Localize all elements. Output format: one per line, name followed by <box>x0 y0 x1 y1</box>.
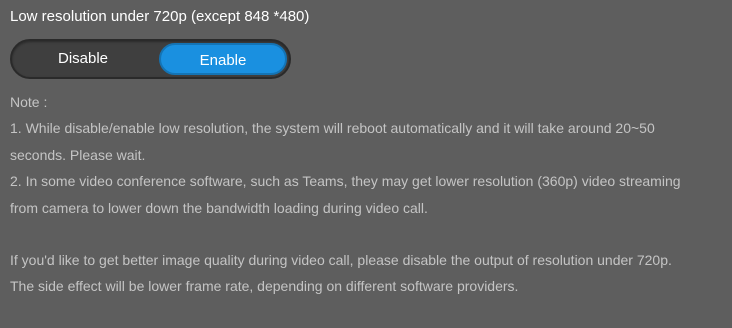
note-line: seconds. Please wait. <box>10 147 146 163</box>
note-line: 2. In some video conference software, su… <box>10 173 681 189</box>
enable-button[interactable]: Enable <box>159 43 287 75</box>
low-resolution-panel: Low resolution under 720p (except 848 *4… <box>0 0 732 328</box>
note-line: 1. While disable/enable low resolution, … <box>10 120 655 136</box>
disable-button[interactable]: Disable <box>16 43 150 75</box>
note-heading: Note : <box>10 94 48 110</box>
note-line: from camera to lower down the bandwidth … <box>10 200 428 216</box>
note-line: If you'd like to get better image qualit… <box>10 252 672 268</box>
setting-title: Low resolution under 720p (except 848 *4… <box>10 8 310 25</box>
note-line: The side effect will be lower frame rate… <box>10 278 519 294</box>
resolution-toggle: Disable Enable <box>10 39 291 79</box>
